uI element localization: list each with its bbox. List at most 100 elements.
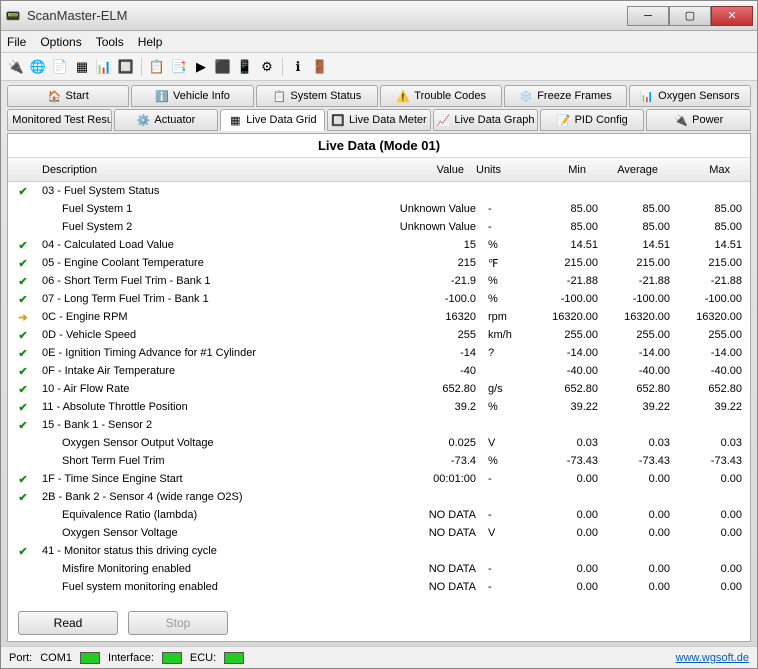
- cell-value: -14: [394, 347, 484, 359]
- titlebar[interactable]: 📟 ScanMaster-ELM ─ ▢ ✕: [1, 1, 757, 31]
- table-row[interactable]: ✔03 - Fuel System Status: [8, 182, 750, 200]
- table-row[interactable]: Short Term Fuel Trim-73.4%-73.43-73.43-7…: [8, 452, 750, 470]
- tab-live-data-grid[interactable]: ▦Live Data Grid: [220, 109, 325, 131]
- tab-icon: ⚠️: [396, 89, 410, 103]
- tab-start[interactable]: 🏠Start: [7, 85, 129, 107]
- hdr-max[interactable]: Max: [666, 164, 738, 176]
- tab-label: Monitored Test Results: [12, 114, 111, 126]
- cell-min: -73.43: [534, 455, 606, 467]
- cell-desc: 10 - Air Flow Rate: [38, 383, 394, 395]
- table-row[interactable]: ✔0E - Ignition Timing Advance for #1 Cyl…: [8, 344, 750, 362]
- cell-value: NO DATA: [394, 563, 484, 575]
- cell-max: -14.00: [678, 347, 750, 359]
- status-interface-label: Interface:: [108, 652, 154, 664]
- tb-connect-icon[interactable]: 🔌: [7, 58, 25, 76]
- table-row[interactable]: Misfire Monitoring enabledNO DATA-0.000.…: [8, 560, 750, 578]
- tb-globe-icon[interactable]: 🌐: [29, 58, 47, 76]
- hdr-units[interactable]: Units: [472, 164, 522, 176]
- close-button[interactable]: ✕: [711, 6, 753, 26]
- tab-monitored-test-results[interactable]: 🔘Monitored Test Results: [7, 109, 112, 131]
- table-row[interactable]: ✔2B - Bank 2 - Sensor 4 (wide range O2S): [8, 488, 750, 506]
- hdr-avg[interactable]: Average: [594, 164, 666, 176]
- table-row[interactable]: ✔0D - Vehicle Speed255km/h255.00255.0025…: [8, 326, 750, 344]
- tab-trouble-codes[interactable]: ⚠️Trouble Codes: [380, 85, 502, 107]
- tb-squares-icon[interactable]: 🔲: [117, 58, 135, 76]
- tab-live-data-graph[interactable]: 📈Live Data Graph: [433, 109, 538, 131]
- cell-desc: 06 - Short Term Fuel Trim - Bank 1: [38, 275, 394, 287]
- table-row[interactable]: Fuel System 2Unknown Value-85.0085.0085.…: [8, 218, 750, 236]
- table-row[interactable]: ✔06 - Short Term Fuel Trim - Bank 1-21.9…: [8, 272, 750, 290]
- tb-sep: [282, 58, 283, 76]
- cell-units: -: [484, 203, 534, 215]
- table-row[interactable]: Fuel System 1Unknown Value-85.0085.0085.…: [8, 200, 750, 218]
- cell-value: 15: [394, 239, 484, 251]
- cell-desc: 15 - Bank 1 - Sensor 2: [38, 419, 394, 431]
- read-button[interactable]: Read: [18, 611, 118, 635]
- tab-power[interactable]: 🔌Power: [646, 109, 751, 131]
- stop-button[interactable]: Stop: [128, 611, 228, 635]
- cell-avg: -40.00: [606, 365, 678, 377]
- tabs-row-1: 🏠Startℹ️Vehicle Info📋System Status⚠️Trou…: [7, 85, 751, 107]
- menu-file[interactable]: File: [7, 35, 26, 49]
- tb-gear-icon[interactable]: ⚙: [258, 58, 276, 76]
- row-icon: ✔: [8, 257, 38, 270]
- cell-max: 16320.00: [678, 311, 750, 323]
- cell-avg: 85.00: [606, 203, 678, 215]
- tb-exit-icon[interactable]: 🚪: [311, 58, 329, 76]
- tab-pid-config[interactable]: 📝PID Config: [540, 109, 645, 131]
- table-row[interactable]: ✔10 - Air Flow Rate652.80g/s652.80652.80…: [8, 380, 750, 398]
- table-row[interactable]: ✔05 - Engine Coolant Temperature215℉215.…: [8, 254, 750, 272]
- table-row[interactable]: Equivalence Ratio (lambda)NO DATA-0.000.…: [8, 506, 750, 524]
- table-row[interactable]: Oxygen Sensor VoltageNO DATAV0.000.000.0…: [8, 524, 750, 542]
- maximize-button[interactable]: ▢: [669, 6, 711, 26]
- grid-title: Live Data (Mode 01): [8, 134, 750, 158]
- cell-desc: Equivalence Ratio (lambda): [38, 509, 394, 521]
- tb-play-icon[interactable]: ▶: [192, 58, 210, 76]
- table-row[interactable]: Oxygen Sensor Output Voltage0.025V0.030.…: [8, 434, 750, 452]
- cell-avg: 0.03: [606, 437, 678, 449]
- cell-max: 652.80: [678, 383, 750, 395]
- tb-device-icon[interactable]: 📱: [236, 58, 254, 76]
- tab-oxygen-sensors[interactable]: 📊Oxygen Sensors: [629, 85, 751, 107]
- menu-help[interactable]: Help: [138, 35, 163, 49]
- cell-min: 85.00: [534, 221, 606, 233]
- tab-freeze-frames[interactable]: ❄️Freeze Frames: [504, 85, 626, 107]
- minimize-button[interactable]: ─: [627, 6, 669, 26]
- tab-live-data-meter[interactable]: 🔲Live Data Meter: [327, 109, 432, 131]
- tab-icon: ℹ️: [155, 89, 169, 103]
- cell-desc: 0E - Ignition Timing Advance for #1 Cyli…: [38, 347, 394, 359]
- table-row[interactable]: ✔0F - Intake Air Temperature-40-40.00-40…: [8, 362, 750, 380]
- tab-actuator[interactable]: ⚙️Actuator: [114, 109, 219, 131]
- table-row[interactable]: ✔07 - Long Term Fuel Trim - Bank 1-100.0…: [8, 290, 750, 308]
- tabs-row-2: 🔘Monitored Test Results⚙️Actuator▦Live D…: [7, 109, 751, 131]
- tab-system-status[interactable]: 📋System Status: [256, 85, 378, 107]
- table-row[interactable]: ✔11 - Absolute Throttle Position39.2%39.…: [8, 398, 750, 416]
- grid-body[interactable]: ✔03 - Fuel System StatusFuel System 1Unk…: [8, 182, 750, 605]
- cell-units: V: [484, 527, 534, 539]
- tab-vehicle-info[interactable]: ℹ️Vehicle Info: [131, 85, 253, 107]
- cell-avg: 14.51: [606, 239, 678, 251]
- cell-avg: 39.22: [606, 401, 678, 413]
- tb-chart-icon[interactable]: 📊: [95, 58, 113, 76]
- menubar: File Options Tools Help: [1, 31, 757, 53]
- cell-value: 215: [394, 257, 484, 269]
- tb-doc-icon[interactable]: 📄: [51, 58, 69, 76]
- table-row[interactable]: ✔04 - Calculated Load Value15%14.5114.51…: [8, 236, 750, 254]
- status-link[interactable]: www.wgsoft.de: [676, 652, 749, 664]
- table-row[interactable]: ✔41 - Monitor status this driving cycle: [8, 542, 750, 560]
- menu-tools[interactable]: Tools: [96, 35, 124, 49]
- tb-grid-icon[interactable]: ▦: [73, 58, 91, 76]
- table-row[interactable]: ➔0C - Engine RPM16320rpm16320.0016320.00…: [8, 308, 750, 326]
- tb-paste-icon[interactable]: 📑: [170, 58, 188, 76]
- table-row[interactable]: ✔15 - Bank 1 - Sensor 2: [8, 416, 750, 434]
- tb-info-icon[interactable]: ℹ: [289, 58, 307, 76]
- hdr-desc[interactable]: Description: [38, 164, 382, 176]
- hdr-min[interactable]: Min: [522, 164, 594, 176]
- hdr-val[interactable]: Value: [382, 164, 472, 176]
- menu-options[interactable]: Options: [40, 35, 81, 49]
- tb-terminal-icon[interactable]: ⬛: [214, 58, 232, 76]
- cell-avg: -73.43: [606, 455, 678, 467]
- tb-copy-icon[interactable]: 📋: [148, 58, 166, 76]
- table-row[interactable]: Fuel system monitoring enabledNO DATA-0.…: [8, 578, 750, 596]
- table-row[interactable]: ✔1F - Time Since Engine Start00:01:00-0.…: [8, 470, 750, 488]
